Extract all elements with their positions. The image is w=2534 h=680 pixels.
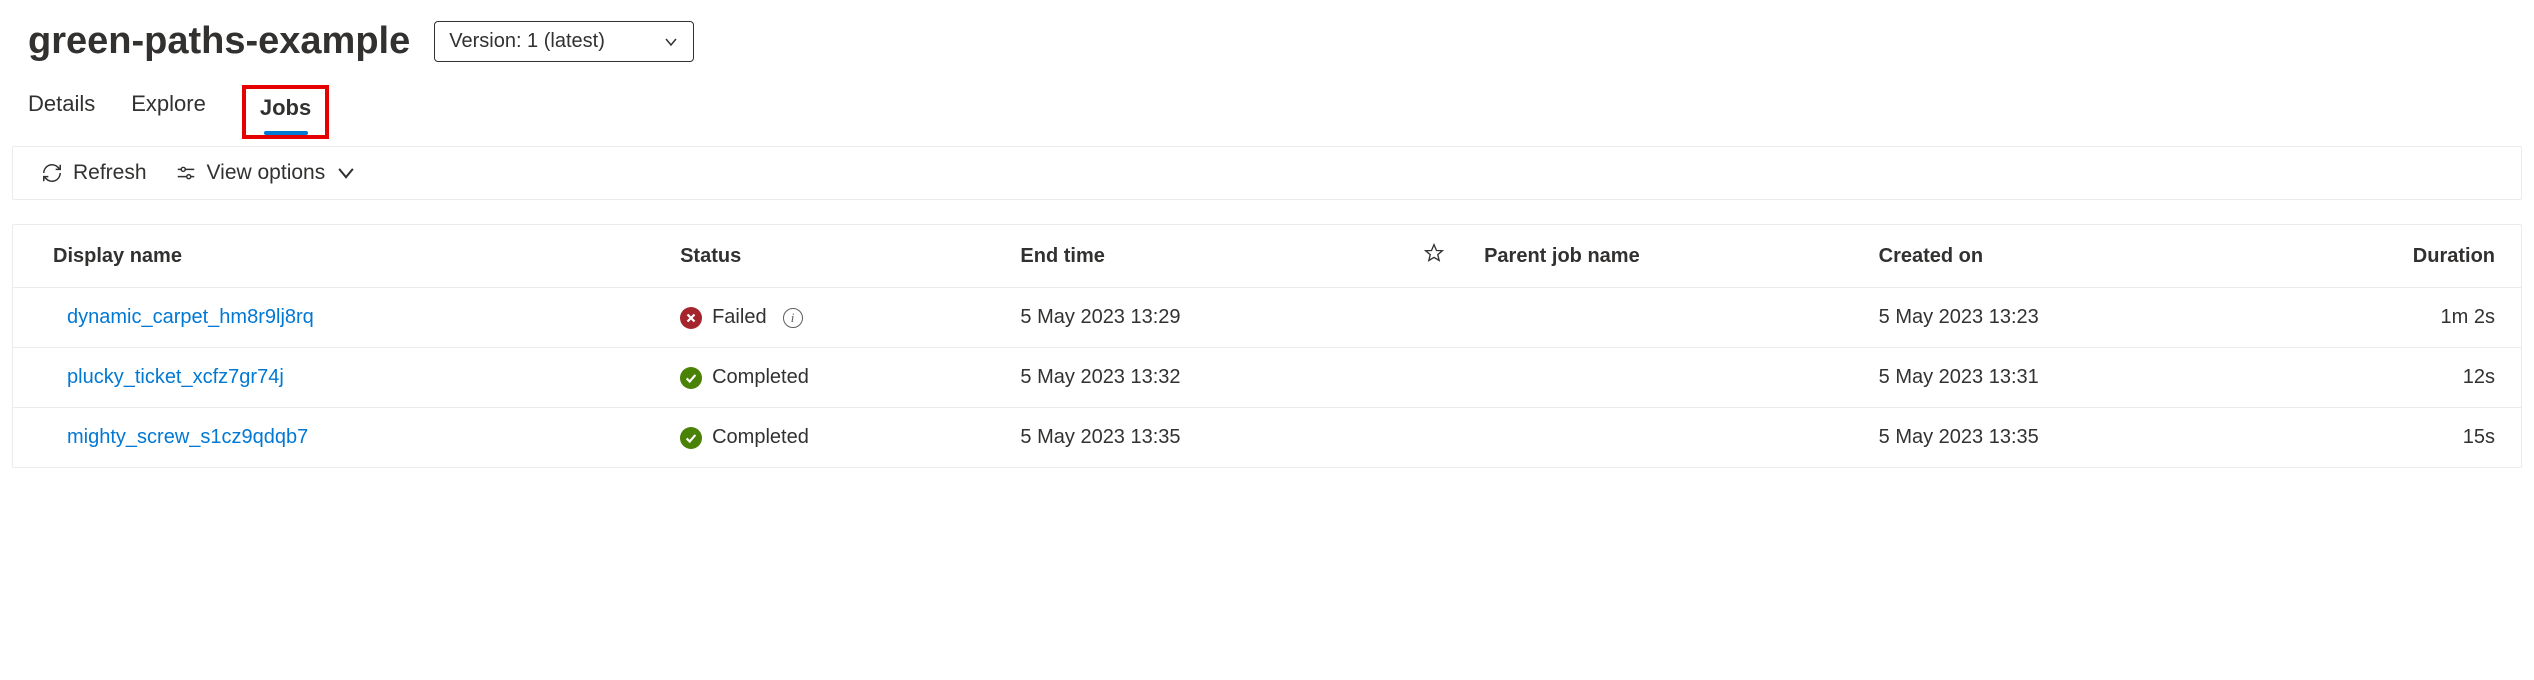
job-name-link[interactable]: mighty_screw_s1cz9qdqb7 [67, 426, 308, 448]
parent-job-cell [1464, 288, 1859, 348]
col-display-name[interactable]: Display name [13, 225, 660, 288]
refresh-label: Refresh [73, 161, 147, 185]
page-title: green-paths-example [28, 20, 410, 63]
end-time-cell: 5 May 2023 13:29 [1000, 288, 1404, 348]
refresh-button[interactable]: Refresh [41, 161, 147, 185]
error-icon [680, 307, 702, 329]
info-icon[interactable]: i [783, 308, 803, 328]
tab-highlight: Jobs [242, 85, 329, 139]
jobs-table: Display name Status End time Parent job … [13, 225, 2521, 467]
status-cell: Completed [680, 366, 980, 389]
favorite-cell[interactable] [1404, 408, 1464, 468]
star-icon [1424, 243, 1444, 263]
tab-jobs[interactable]: Jobs [260, 95, 311, 135]
parent-job-cell [1464, 408, 1859, 468]
favorite-cell[interactable] [1404, 348, 1464, 408]
toolbar: Refresh View options [12, 146, 2522, 200]
end-time-cell: 5 May 2023 13:35 [1000, 408, 1404, 468]
view-options-button[interactable]: View options [175, 161, 358, 185]
col-parent-job[interactable]: Parent job name [1464, 225, 1859, 288]
created-on-cell: 5 May 2023 13:23 [1859, 288, 2263, 348]
status-cell: Completed [680, 426, 980, 449]
view-options-label: View options [207, 161, 326, 185]
table-row: plucky_ticket_xcfz7gr74j Completed 5 May 2… [13, 348, 2521, 408]
job-name-link[interactable]: plucky_ticket_xcfz7gr74j [67, 366, 284, 388]
col-favorite[interactable] [1404, 225, 1464, 288]
col-end-time[interactable]: End time [1000, 225, 1404, 288]
duration-cell: 15s [2262, 408, 2521, 468]
tab-details[interactable]: Details [28, 91, 95, 139]
created-on-cell: 5 May 2023 13:31 [1859, 348, 2263, 408]
sliders-icon [175, 162, 197, 184]
version-selector-label: Version: 1 (latest) [449, 30, 605, 53]
chevron-down-icon [335, 162, 357, 184]
tabs-bar: Details Explore Jobs [0, 73, 2534, 140]
table-row: dynamic_carpet_hm8r9lj8rq Failedi 5 May 20… [13, 288, 2521, 348]
parent-job-cell [1464, 348, 1859, 408]
table-row: mighty_screw_s1cz9qdqb7 Completed 5 May 20… [13, 408, 2521, 468]
status-text: Failed [712, 306, 766, 329]
tab-explore[interactable]: Explore [131, 91, 206, 139]
col-duration[interactable]: Duration [2262, 225, 2521, 288]
version-selector[interactable]: Version: 1 (latest) [434, 21, 694, 62]
status-text: Completed [712, 426, 809, 449]
job-name-link[interactable]: dynamic_carpet_hm8r9lj8rq [67, 306, 314, 328]
success-icon [680, 427, 702, 449]
created-on-cell: 5 May 2023 13:35 [1859, 408, 2263, 468]
col-status[interactable]: Status [660, 225, 1000, 288]
end-time-cell: 5 May 2023 13:32 [1000, 348, 1404, 408]
chevron-down-icon [663, 34, 679, 50]
duration-cell: 12s [2262, 348, 2521, 408]
refresh-icon [41, 162, 63, 184]
success-icon [680, 367, 702, 389]
status-cell: Failedi [680, 306, 980, 329]
duration-cell: 1m 2s [2262, 288, 2521, 348]
status-text: Completed [712, 366, 809, 389]
col-created-on[interactable]: Created on [1859, 225, 2263, 288]
jobs-table-panel: Display name Status End time Parent job … [12, 224, 2522, 468]
favorite-cell[interactable] [1404, 288, 1464, 348]
